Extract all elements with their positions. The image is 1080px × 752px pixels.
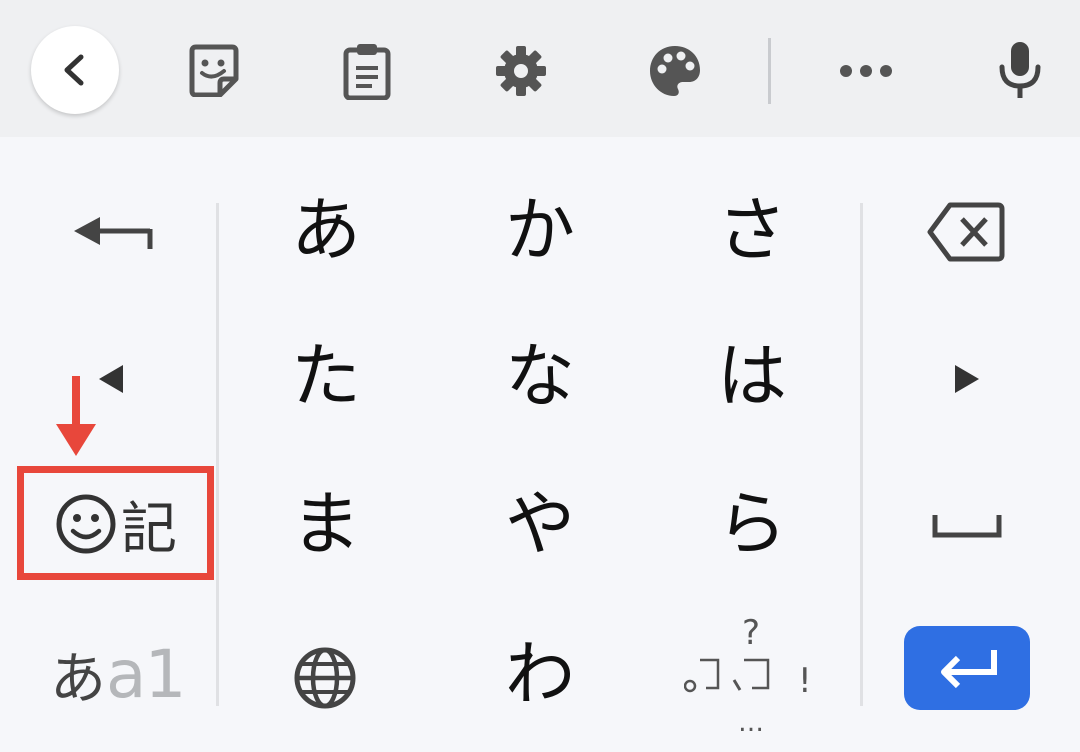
- punctuation-key[interactable]: ? ! …: [676, 612, 826, 740]
- enter-key[interactable]: [904, 626, 1030, 710]
- settings-button[interactable]: [494, 44, 548, 98]
- key-ma[interactable]: ま: [276, 484, 376, 564]
- cursor-right-key[interactable]: [950, 362, 984, 396]
- key-ta[interactable]: た: [276, 336, 376, 416]
- chevron-left-icon: [64, 54, 84, 86]
- key-na[interactable]: な: [490, 336, 590, 416]
- back-button[interactable]: [31, 26, 119, 114]
- gear-icon: [496, 46, 546, 96]
- undo-key[interactable]: [70, 210, 156, 252]
- key-ha[interactable]: は: [702, 336, 802, 416]
- globe-icon: [294, 647, 356, 709]
- mode-alpha-label: a1: [106, 636, 186, 713]
- language-switch-key[interactable]: [292, 645, 358, 711]
- cursor-right-icon: [955, 365, 979, 393]
- cursor-left-icon: [99, 365, 123, 393]
- punct-ellipsis: …: [738, 708, 764, 738]
- enter-icon: [941, 650, 997, 688]
- key-wa[interactable]: わ: [490, 634, 590, 714]
- left-divider: [216, 203, 219, 706]
- mode-kana-label: あ: [50, 647, 106, 712]
- more-dots-icon: [840, 65, 892, 77]
- annotation-arrow: [56, 376, 96, 456]
- key-ka[interactable]: か: [490, 190, 590, 270]
- palette-icon: [650, 46, 700, 96]
- annotation-highlight-box: [17, 466, 214, 580]
- voice-input-button[interactable]: [996, 40, 1044, 100]
- input-mode-toggle[interactable]: あ a1: [50, 642, 186, 712]
- microphone-icon: [999, 42, 1041, 98]
- key-sa[interactable]: さ: [702, 190, 802, 270]
- sticker-button[interactable]: [186, 41, 242, 99]
- clipboard-icon: [343, 44, 391, 100]
- punct-question: ?: [742, 613, 761, 653]
- suggestion-toolbar: [0, 0, 1080, 137]
- key-ya[interactable]: や: [490, 484, 590, 564]
- sticker-icon: [189, 44, 239, 97]
- backspace-key[interactable]: [924, 200, 1008, 264]
- key-ra[interactable]: ら: [702, 484, 802, 564]
- more-button[interactable]: [838, 58, 894, 84]
- space-key[interactable]: [930, 510, 1004, 540]
- punct-exclamation: !: [798, 661, 812, 701]
- backspace-icon: [927, 202, 1005, 262]
- key-a[interactable]: あ: [276, 190, 376, 270]
- theme-button[interactable]: [648, 44, 702, 98]
- space-icon: [932, 515, 1002, 538]
- toolbar-divider: [768, 38, 771, 104]
- clipboard-button[interactable]: [340, 41, 394, 101]
- punct-brackets-icon: [684, 658, 770, 693]
- undo-arrow-icon: [74, 217, 153, 249]
- right-divider: [860, 203, 863, 706]
